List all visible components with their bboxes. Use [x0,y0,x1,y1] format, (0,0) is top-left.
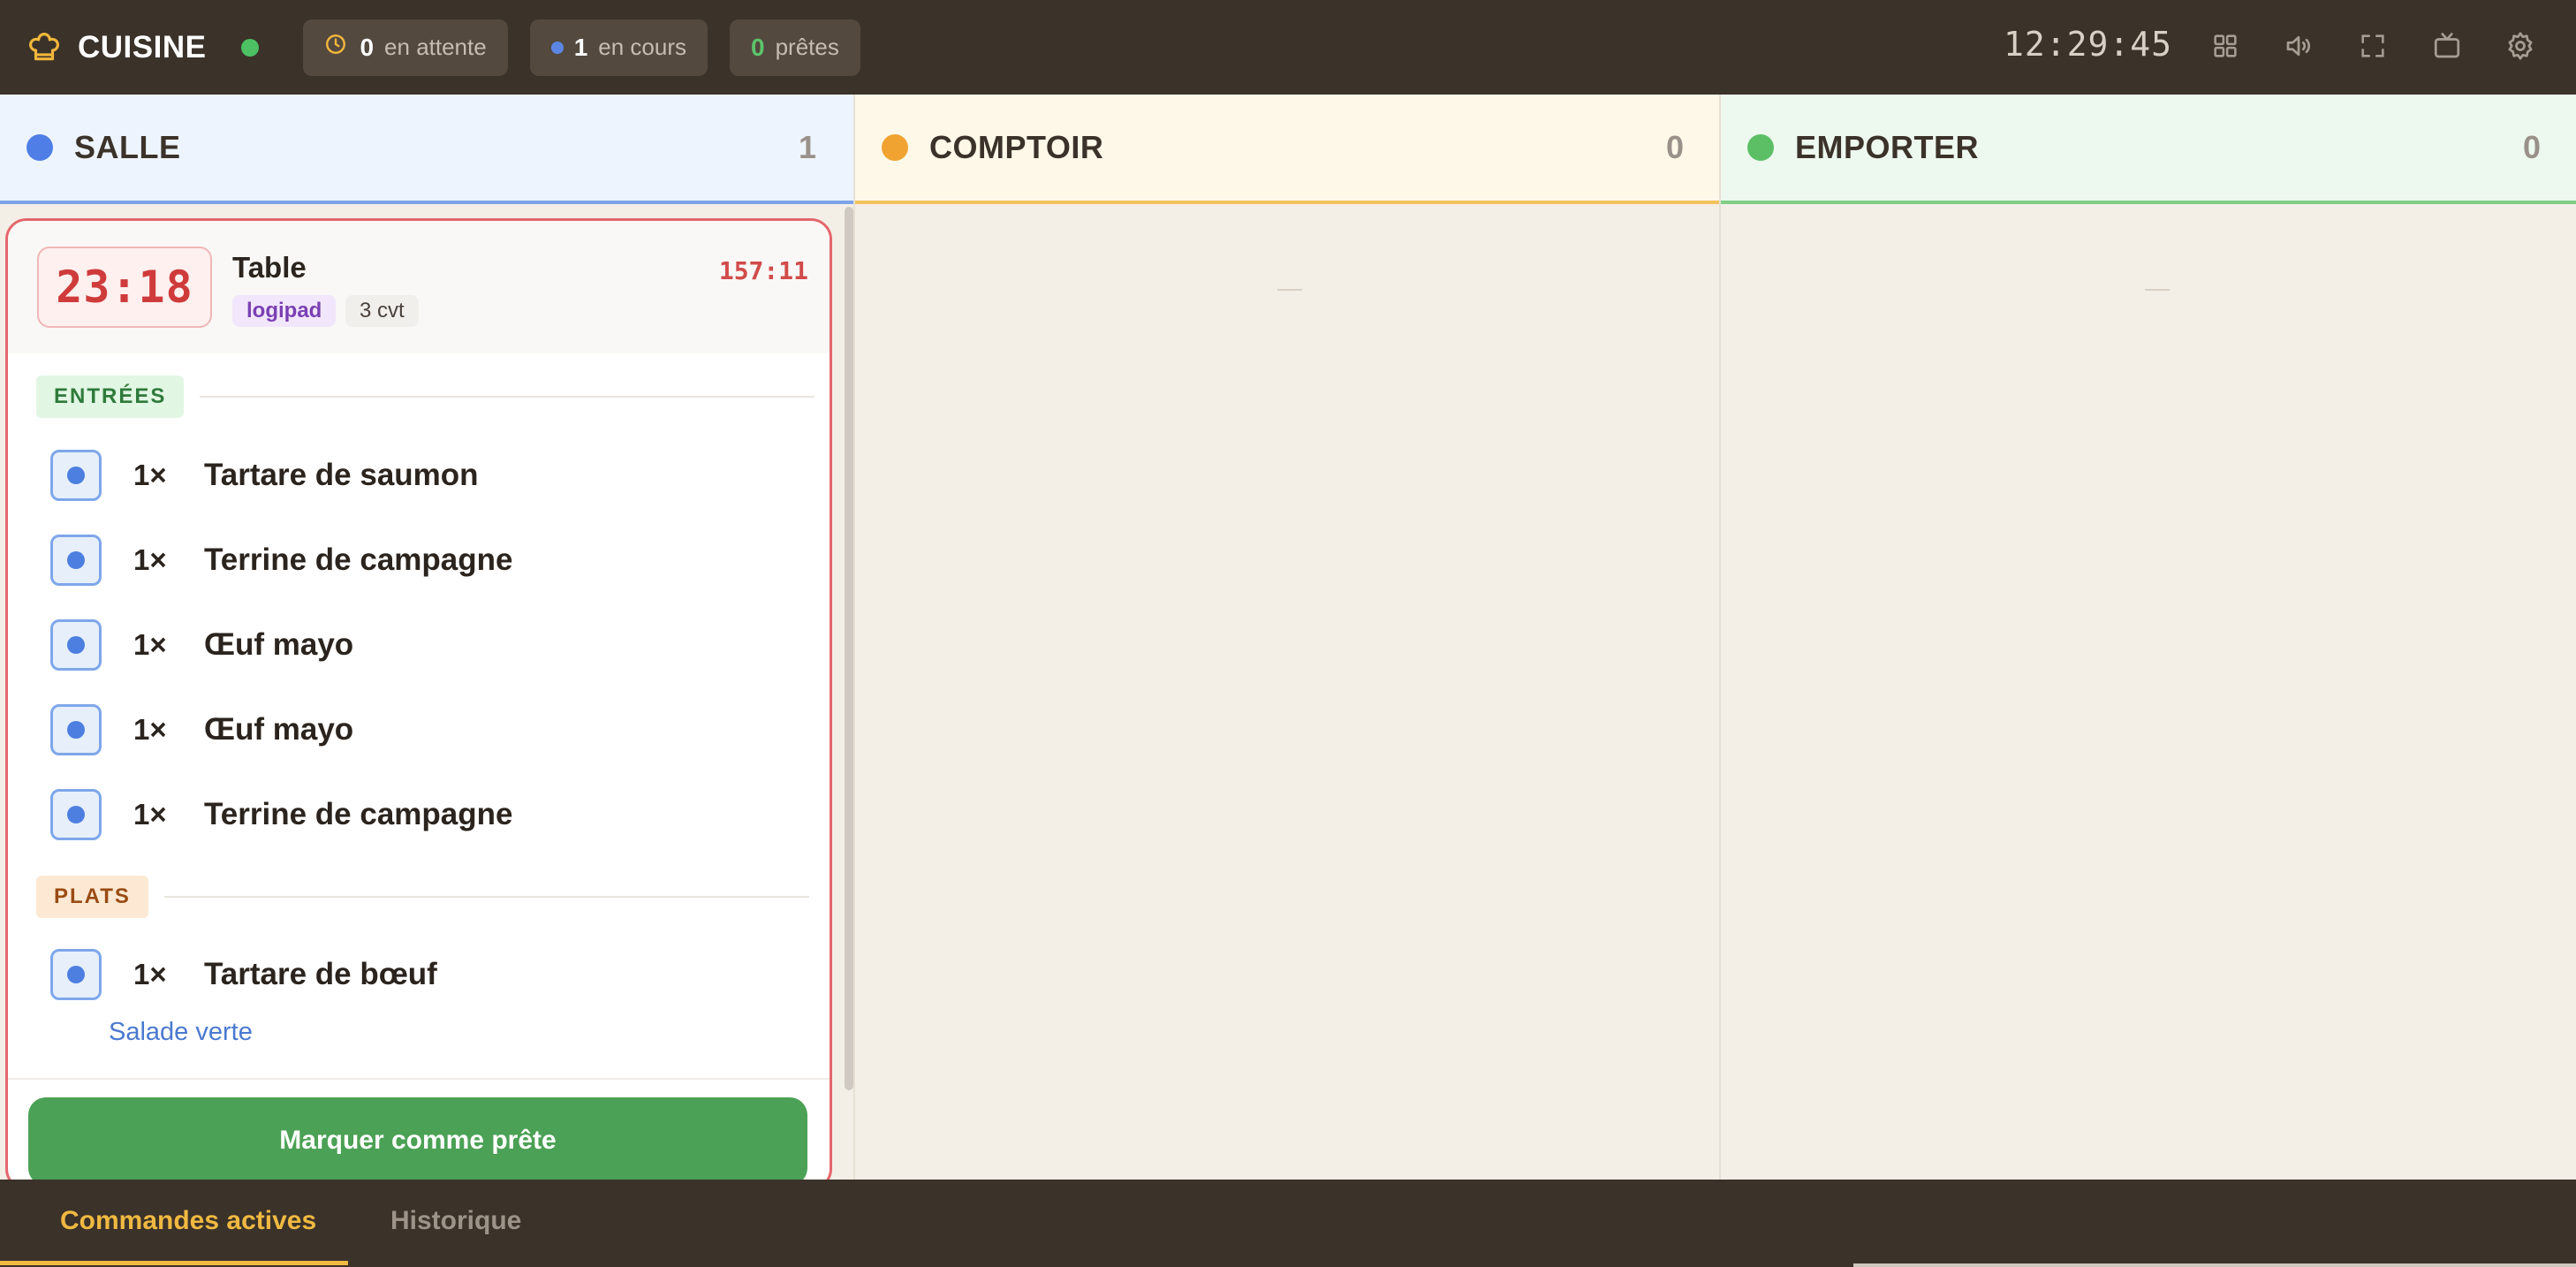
waiting-label: en attente [384,34,487,60]
ready-count: 0 [751,33,765,61]
checkbox-dot-icon [67,467,85,484]
item-checkbox[interactable] [50,450,102,501]
bottom-nav: Commandes actives Historique [0,1180,2576,1267]
column-title: EMPORTER [1795,129,1980,165]
column-comptoir-dot [882,134,908,161]
item-checkbox[interactable] [50,704,102,755]
checkbox-dot-icon [67,806,85,823]
tab-active-orders[interactable]: Commandes actives [60,1206,316,1236]
item-quantity: 1× [133,958,167,990]
grid-icon[interactable] [2208,28,2243,64]
section-header-entrees: ENTRÉES [36,376,815,418]
column-salle-header: SALLE 1 [0,95,853,204]
item-name: Tartare de saumon [204,458,479,492]
app-title: CUISINE [78,29,207,64]
section-divider [200,396,815,398]
order-item: 1× Terrine de campagne [50,534,810,587]
item-quantity: 1× [133,713,167,746]
column-salle-dot [27,134,53,161]
section-divider [163,896,809,898]
column-emporter-dot [1747,134,1774,161]
connection-status-dot [241,38,260,57]
checkbox-dot-icon [67,551,85,569]
item-modifier: Salade verte [109,1018,253,1046]
card-footer-divider [8,1078,830,1080]
order-item: 1× Terrine de campagne [50,788,810,841]
item-quantity: 1× [133,543,167,576]
column-count: 0 [1665,129,1684,165]
column-emporter: EMPORTER 0 [1719,95,2576,1180]
empty-placeholder [2145,289,2170,291]
item-name: Œuf mayo [204,627,354,662]
item-quantity: 1× [133,798,167,831]
item-checkbox[interactable] [50,535,102,586]
kitchen-board: SALLE 1 23:18 Table logipad 3 cvt 157:11… [0,95,2576,1190]
bottom-edge-strip [1853,1263,2576,1267]
item-name: Œuf mayo [204,712,354,747]
order-card-header: 23:18 Table logipad 3 cvt 157:11 [8,221,830,353]
volume-icon[interactable] [2281,28,2316,64]
in-progress-label: en cours [598,34,687,60]
order-item: 1× Œuf mayo [50,618,810,671]
in-progress-count: 1 [573,33,588,61]
order-timer: 23:18 [37,247,212,328]
column-count: 1 [798,129,816,165]
item-checkbox[interactable] [50,789,102,840]
tv-icon[interactable] [2429,28,2465,64]
item-name: Terrine de campagne [204,542,513,577]
column-scrollbar[interactable] [845,207,853,1090]
section-header-plats: PLATS [36,876,809,918]
clock-icon [324,33,347,62]
item-quantity: 1× [133,628,167,661]
checkbox-dot-icon [67,721,85,739]
column-salle: SALLE 1 23:18 Table logipad 3 cvt 157:11… [0,95,853,1190]
order-item: 1× Tartare de saumon [50,449,810,502]
item-checkbox[interactable] [50,619,102,671]
column-comptoir-header: COMPTOIR 0 [855,95,1721,204]
waiting-count: 0 [360,33,375,61]
checkbox-dot-icon [67,966,85,983]
order-covers-tag: 3 cvt [345,295,419,327]
in-progress-dot [550,41,564,54]
section-label: ENTRÉES [36,376,185,418]
order-item: 1× Œuf mayo [50,703,810,756]
item-name: Tartare de bœuf [204,957,437,991]
ready-orders-pill[interactable]: 0 prêtes [730,19,860,76]
mark-ready-button[interactable]: Marquer comme prête [28,1097,807,1186]
top-bar: CUISINE 0 en attente 1 en cours 0 prêtes… [0,0,2576,95]
checkbox-dot-icon [67,636,85,654]
order-source-tag: logipad [232,295,337,327]
waiting-orders-pill[interactable]: 0 en attente [303,19,508,76]
item-name: Terrine de campagne [204,797,513,831]
in-progress-orders-pill[interactable]: 1 en cours [529,19,708,76]
order-item: 1× Tartare de bœuf [50,948,810,1001]
clock: 12:29:45 [2004,25,2173,64]
order-elapsed-time: 157:11 [718,256,808,285]
tab-history[interactable]: Historique [390,1206,521,1236]
empty-placeholder [1277,289,1302,291]
fullscreen-icon[interactable] [2355,28,2390,64]
column-comptoir: COMPTOIR 0 [853,95,1721,1180]
ready-label: prêtes [775,34,839,60]
brand: CUISINE [27,29,260,65]
chef-hat-icon [27,30,62,65]
column-title: SALLE [74,129,181,165]
item-checkbox[interactable] [50,949,102,1000]
order-title: Table [232,251,307,284]
settings-icon[interactable] [2503,28,2538,64]
column-count: 0 [2522,129,2541,165]
column-title: COMPTOIR [929,129,1104,165]
column-emporter-header: EMPORTER 0 [1721,95,2576,204]
item-quantity: 1× [133,459,167,491]
order-card[interactable]: 23:18 Table logipad 3 cvt 157:11 ENTRÉES… [5,218,832,1190]
section-label: PLATS [36,876,148,918]
active-tab-indicator [0,1261,348,1265]
